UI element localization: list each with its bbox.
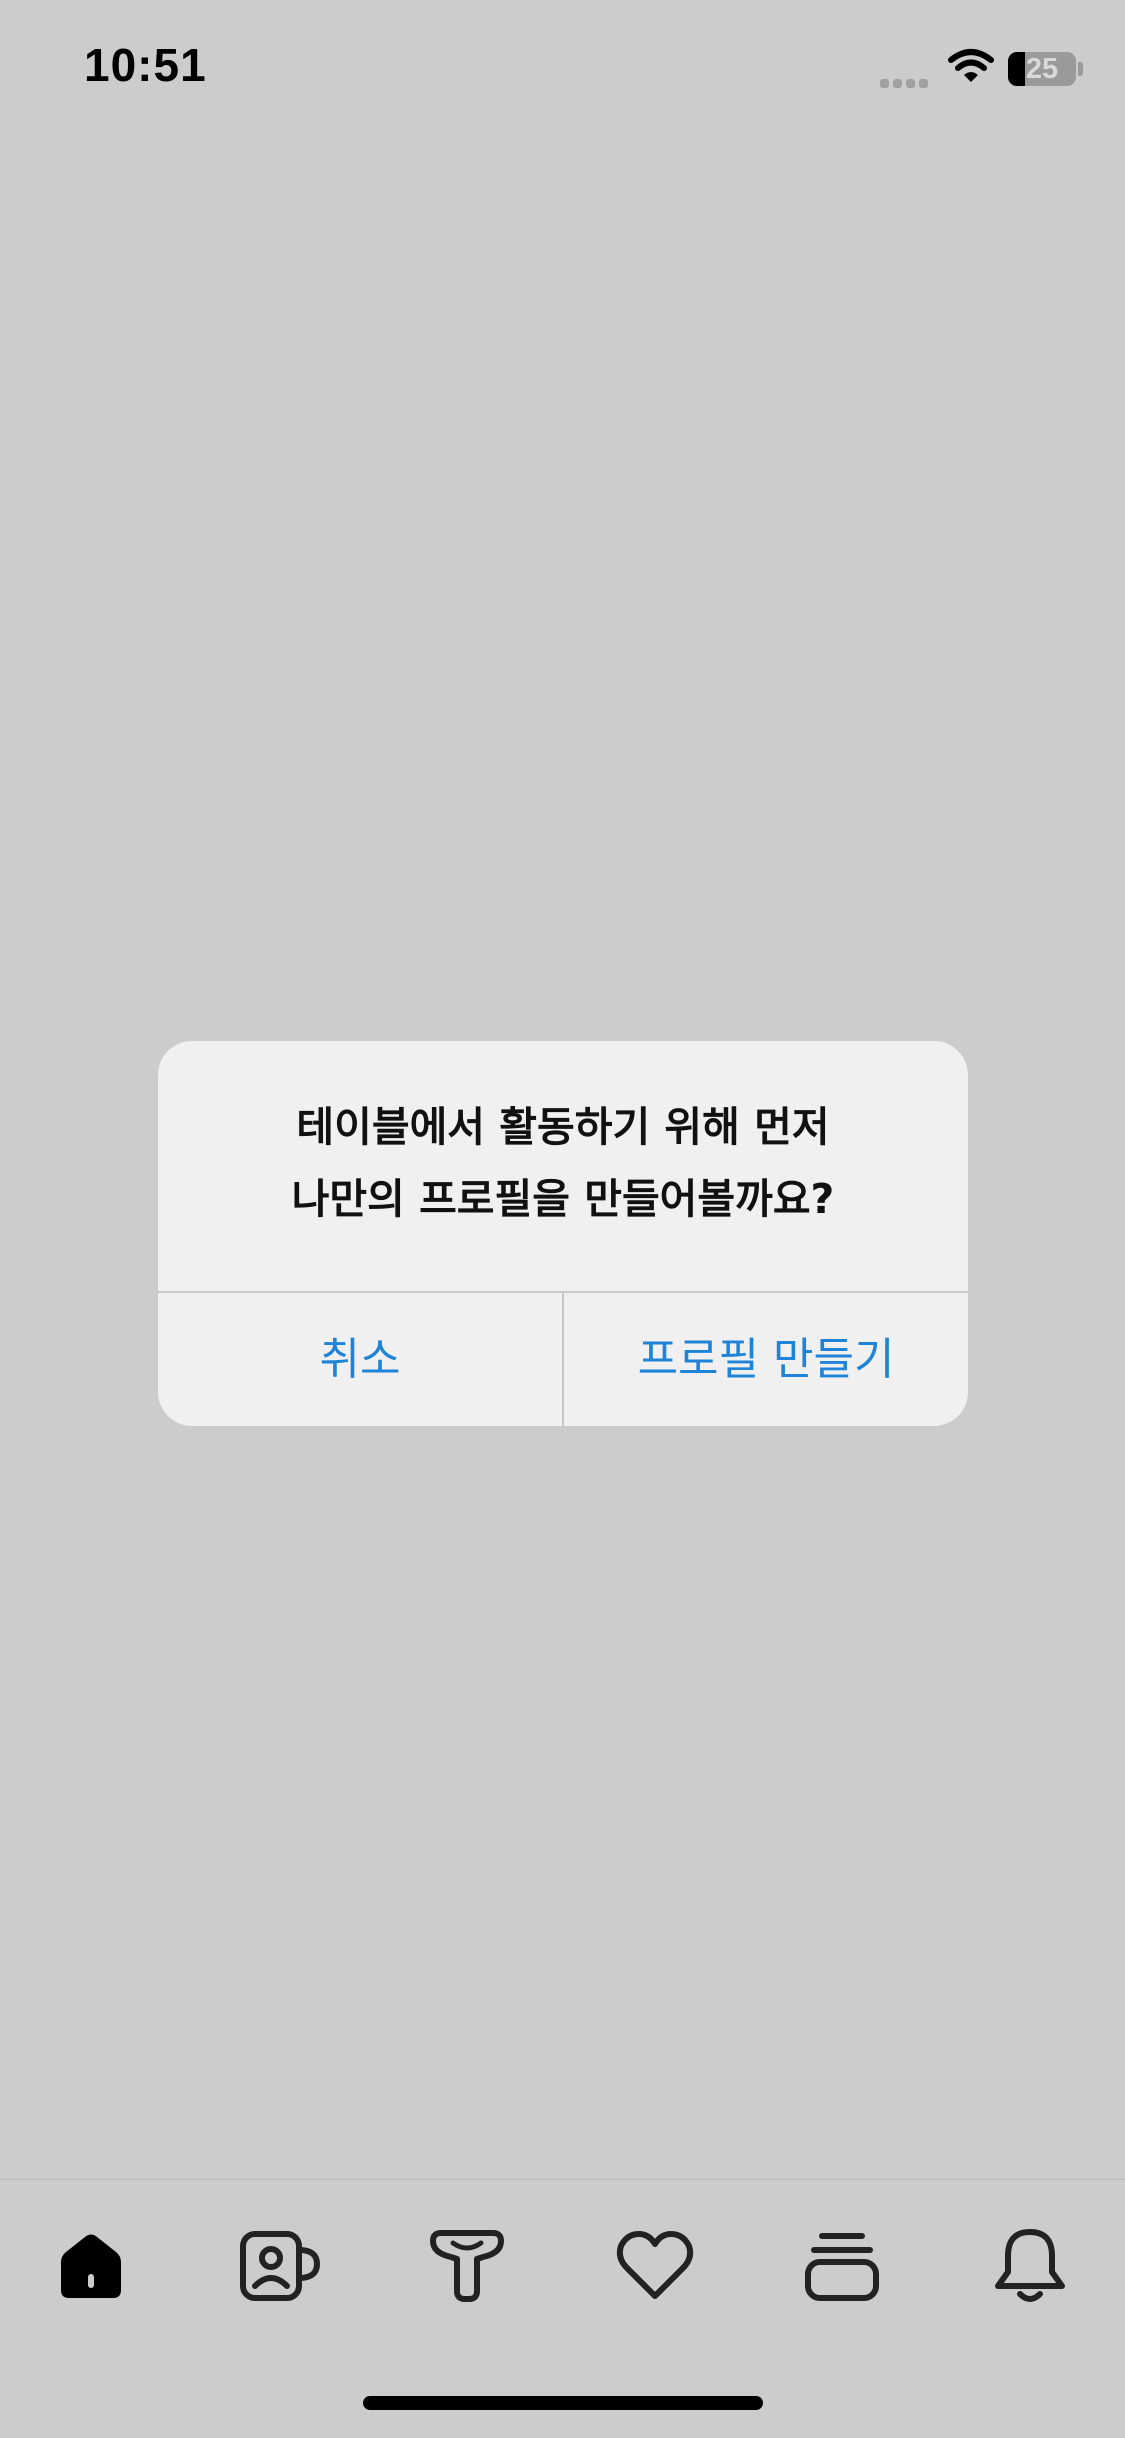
tab-table[interactable]	[417, 2216, 517, 2316]
alert-message-line-2: 나만의 프로필을 만들어볼까요?	[291, 1175, 835, 1223]
alert-message: 테이블에서 활동하기 위해 먼저 나만의 프로필을 만들어볼까요?	[158, 1091, 968, 1235]
battery-cap	[1078, 62, 1083, 76]
table-icon	[430, 2230, 504, 2302]
tab-collection[interactable]	[792, 2216, 892, 2316]
home-icon	[61, 2234, 121, 2298]
stack-icon	[805, 2233, 879, 2301]
bell-icon	[995, 2229, 1065, 2302]
alert-message-line-1: 테이블에서 활동하기 위해 먼저	[296, 1103, 830, 1151]
tab-home[interactable]	[41, 2216, 141, 2316]
heart-icon	[616, 2231, 694, 2299]
tab-notifications[interactable]	[980, 2216, 1080, 2316]
profile-mug-icon	[240, 2231, 321, 2301]
status-bar: 10:51 25	[0, 0, 1125, 140]
create-profile-alert: 테이블에서 활동하기 위해 먼저 나만의 프로필을 만들어볼까요? 취소 프로필…	[158, 1041, 968, 1426]
battery-level: 25	[1025, 53, 1059, 85]
create-profile-button[interactable]: 프로필 만들기	[564, 1293, 968, 1426]
cellular-signal-icon	[880, 73, 932, 92]
tab-profile[interactable]	[230, 2216, 330, 2316]
wifi-icon	[948, 48, 994, 88]
home-indicator[interactable]	[363, 2396, 763, 2410]
cancel-button[interactable]: 취소	[158, 1293, 562, 1426]
status-time: 10:51	[84, 39, 207, 91]
battery-icon: 25	[1008, 52, 1076, 86]
tab-likes[interactable]	[605, 2216, 705, 2316]
